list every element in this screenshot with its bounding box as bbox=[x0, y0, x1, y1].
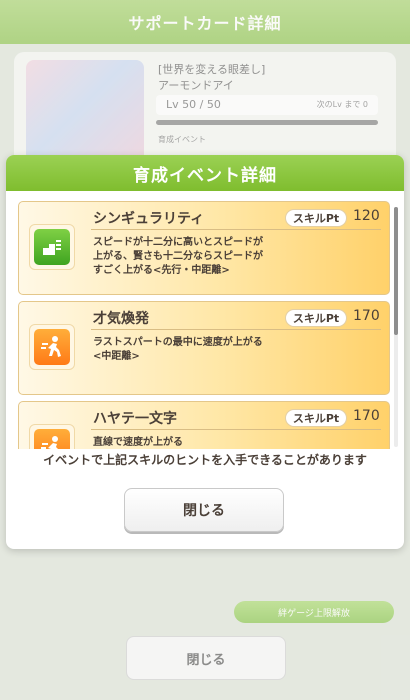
skill-description-line: スピードが十二分に高いとスピードが bbox=[93, 237, 263, 248]
skill-icon-frame bbox=[29, 324, 75, 370]
skill-pt-value: 170 bbox=[353, 408, 380, 424]
skill-description-line: 直線で速度が上がる bbox=[93, 437, 183, 448]
skill-pt-value: 170 bbox=[353, 308, 380, 324]
skill-pt-badge: スキルPt bbox=[285, 209, 347, 227]
skill-name: 才気煥発 bbox=[93, 311, 149, 327]
skill-divider bbox=[91, 429, 381, 430]
skill-description-line: <中距離> bbox=[93, 351, 140, 362]
dialog-header: 育成イベント詳細 bbox=[6, 155, 404, 191]
skill-description-line: 上がる、賢さも十二分ならスピードが bbox=[93, 251, 263, 262]
skill-description-line: すごく上がる<先行・中距離> bbox=[93, 265, 230, 276]
runner-icon bbox=[34, 329, 70, 365]
skill-list[interactable]: シンギュラリティ スキルPt 120 スピードが十二分に高いとスピードが 上がる… bbox=[18, 201, 390, 449]
skill-icon-frame bbox=[29, 424, 75, 449]
event-detail-dialog: 育成イベント詳細 シンギュラリティ スキルPt 120 スピードが十二分に高いと… bbox=[6, 155, 404, 549]
skill-icon-frame bbox=[29, 224, 75, 270]
skill-description-line: ラストスパートの最中に速度が上がる bbox=[93, 337, 263, 348]
skill-name: ハヤテ一文字 bbox=[93, 411, 177, 427]
skill-divider bbox=[91, 229, 381, 230]
skill-card[interactable]: シンギュラリティ スキルPt 120 スピードが十二分に高いとスピードが 上がる… bbox=[18, 201, 390, 295]
skill-card[interactable]: 才気煥発 スキルPt 170 ラストスパートの最中に速度が上がる <中距離> bbox=[18, 301, 390, 395]
skill-description: ラストスパートの最中に速度が上がる <中距離> bbox=[93, 336, 289, 364]
hint-notice: イベントで上記スキルのヒントを入手できることがあります bbox=[43, 453, 367, 467]
skill-pt-badge: スキルPt bbox=[285, 309, 347, 327]
runner-icon bbox=[34, 429, 70, 449]
speed-boost-icon bbox=[34, 229, 70, 265]
skill-divider bbox=[91, 329, 381, 330]
dialog-body: シンギュラリティ スキルPt 120 スピードが十二分に高いとスピードが 上がる… bbox=[6, 191, 404, 449]
dialog-title: 育成イベント詳細 bbox=[133, 165, 277, 186]
skill-list-scrollbar[interactable] bbox=[394, 207, 398, 447]
skill-card[interactable]: ハヤテ一文字 スキルPt 170 直線で速度が上がる bbox=[18, 401, 390, 449]
skill-description: スピードが十二分に高いとスピードが 上がる、賢さも十二分ならスピードが すごく上… bbox=[93, 236, 289, 278]
close-button[interactable]: 閉じる bbox=[124, 488, 284, 532]
skill-pt-value: 120 bbox=[353, 208, 380, 224]
scrollbar-thumb[interactable] bbox=[394, 207, 398, 335]
skill-name: シンギュラリティ bbox=[93, 211, 205, 227]
skill-description: 直線で速度が上がる bbox=[93, 436, 289, 449]
skill-pt-badge: スキルPt bbox=[285, 409, 347, 427]
